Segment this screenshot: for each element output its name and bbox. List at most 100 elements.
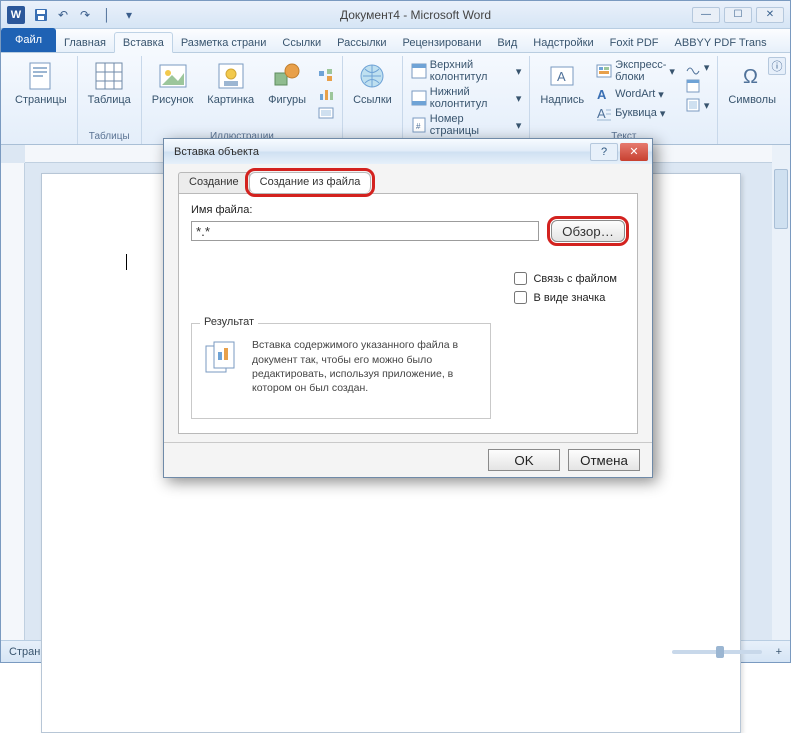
group-pages-label <box>39 129 42 144</box>
link-checkbox-label: Связь с файлом <box>533 273 617 285</box>
textbox-label: Надпись <box>540 94 584 106</box>
tab-mailings[interactable]: Рассылки <box>329 33 394 52</box>
tab-review[interactable]: Рецензировани <box>395 33 490 52</box>
options-checks: Связь с файлом В виде значка <box>514 272 617 304</box>
table-button[interactable]: Таблица <box>84 58 135 129</box>
pageno-label: Номер страницы <box>430 113 513 137</box>
text-caret <box>126 254 127 270</box>
chevron-down-icon: ▾ <box>660 107 666 120</box>
chart-icon <box>318 86 334 102</box>
cancel-button[interactable]: Отмена <box>568 449 640 471</box>
header-button[interactable]: Верхний колонтитул ▾ <box>409 58 524 84</box>
footer-icon <box>411 90 427 106</box>
as-icon-checkbox[interactable]: В виде значка <box>514 291 617 304</box>
datetime-button[interactable] <box>683 77 712 95</box>
scrollbar-vertical[interactable] <box>772 145 790 640</box>
svg-text:A: A <box>597 106 606 121</box>
file-tab[interactable]: Файл <box>1 28 56 52</box>
tab-create-from-file[interactable]: Создание из файла <box>249 172 372 193</box>
chevron-down-icon: ▾ <box>704 99 710 112</box>
link-icon <box>356 60 388 92</box>
link-checkbox[interactable]: Связь с файлом <box>514 272 617 285</box>
scroll-thumb[interactable] <box>774 169 788 229</box>
filename-label: Имя файла: <box>191 204 625 216</box>
ok-button[interactable]: OK <box>488 449 560 471</box>
tab-layout[interactable]: Разметка страни <box>173 33 275 52</box>
dialog-titlebar[interactable]: Вставка объекта ? ✕ <box>164 139 652 164</box>
tab-foxit[interactable]: Foxit PDF <box>602 33 667 52</box>
result-text: Вставка содержимого указанного файла в д… <box>252 338 480 395</box>
shapes-icon <box>271 60 303 92</box>
filename-input[interactable] <box>191 221 539 241</box>
tab-insert[interactable]: Вставка <box>114 32 173 53</box>
screenshot-button[interactable] <box>316 104 336 122</box>
chart-button[interactable] <box>316 85 336 103</box>
datetime-icon <box>685 78 701 94</box>
picture-label: Рисунок <box>152 94 194 106</box>
group-tables: Таблица Таблицы <box>78 56 142 144</box>
quickparts-button[interactable]: Экспресс-блоки ▾ <box>594 58 677 84</box>
chevron-down-icon: ▾ <box>516 92 522 105</box>
textbox-icon: A <box>546 60 578 92</box>
group-symbols-label <box>751 129 754 144</box>
smartart-button[interactable] <box>316 66 336 84</box>
result-panel: Результат Вставка содержимого указанного… <box>191 323 491 419</box>
footer-button[interactable]: Нижний колонтитул ▾ <box>409 85 524 111</box>
ribbon-tabs: Файл Главная Вставка Разметка страни Ссы… <box>1 29 790 53</box>
tab-create-new[interactable]: Создание <box>178 172 250 193</box>
undo-icon[interactable]: ↶ <box>53 5 73 25</box>
tab-references[interactable]: Ссылки <box>274 33 329 52</box>
redo-icon[interactable]: ↷ <box>75 5 95 25</box>
window-controls: — ☐ ✕ <box>692 7 784 23</box>
wordart-button[interactable]: AWordArt ▾ <box>594 85 677 103</box>
chevron-down-icon: ▾ <box>704 61 710 74</box>
picture-button[interactable]: Рисунок <box>148 58 198 129</box>
dialog-content: Имя файла: Обзор… Связь с файлом В виде … <box>178 194 638 434</box>
zoom-slider[interactable] <box>672 650 762 654</box>
qat-customize-icon[interactable]: ▾ <box>119 5 139 25</box>
dropcap-button[interactable]: AБуквица ▾ <box>594 104 677 122</box>
dialog-body: Создание Создание из файла Имя файла: Об… <box>164 164 652 442</box>
dialog-close-button[interactable]: ✕ <box>620 143 648 161</box>
signature-button[interactable]: ▾ <box>683 58 712 76</box>
save-icon[interactable] <box>31 5 51 25</box>
pages-button[interactable]: Страницы <box>11 58 71 129</box>
insert-object-dialog: Вставка объекта ? ✕ Создание Создание из… <box>163 138 653 478</box>
minimize-button[interactable]: — <box>692 7 720 23</box>
tab-home[interactable]: Главная <box>56 33 114 52</box>
links-label: Ссылки <box>353 94 392 106</box>
quick-access-toolbar: ↶ ↷ │ ▾ <box>31 5 139 25</box>
dialog-help-button[interactable]: ? <box>590 143 618 161</box>
dialog-title: Вставка объекта <box>174 146 588 158</box>
pageno-button[interactable]: #Номер страницы ▾ <box>409 112 524 138</box>
symbols-label: Символы <box>728 94 776 106</box>
qat-sep-icon: │ <box>97 5 117 25</box>
app-icon: W <box>7 6 25 24</box>
shapes-button[interactable]: Фигуры <box>264 58 310 129</box>
omega-icon: Ω <box>736 60 768 92</box>
zoom-thumb[interactable] <box>716 646 724 658</box>
maximize-button[interactable]: ☐ <box>724 7 752 23</box>
ruler-vertical[interactable] <box>1 163 25 640</box>
table-label: Таблица <box>88 94 131 106</box>
ribbon: Страницы Таблица Таблицы Рисунок <box>1 53 790 145</box>
result-icon <box>202 338 242 378</box>
close-button[interactable]: ✕ <box>756 7 784 23</box>
page-icon <box>25 60 57 92</box>
object-button[interactable]: ▾ <box>683 96 712 114</box>
textbox-button[interactable]: A Надпись <box>536 58 588 129</box>
links-button[interactable]: Ссылки <box>349 58 396 129</box>
svg-text:Ω: Ω <box>743 66 758 88</box>
wordart-icon: A <box>596 86 612 102</box>
ribbon-help-icon[interactable]: ⓘ <box>768 57 786 75</box>
tab-view[interactable]: Вид <box>489 33 525 52</box>
tab-addins[interactable]: Надстройки <box>525 33 601 52</box>
browse-button[interactable]: Обзор… <box>551 220 625 242</box>
clipart-button[interactable]: Картинка <box>203 58 258 129</box>
footer-label: Нижний колонтитул <box>430 86 513 110</box>
pages-label: Страницы <box>15 94 67 106</box>
pageno-icon: # <box>411 117 427 133</box>
tab-abbyy[interactable]: ABBYY PDF Trans <box>667 33 775 52</box>
zoom-plus[interactable]: + <box>776 646 782 658</box>
signature-icon <box>685 59 701 75</box>
